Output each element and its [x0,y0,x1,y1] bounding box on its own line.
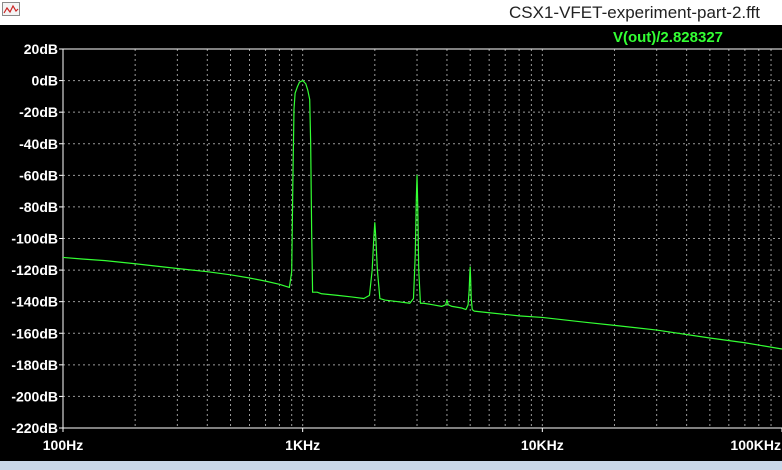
window-title: CSX1-VFET-experiment-part-2.fft [509,3,760,22]
y-tick-label: -100dB [11,231,58,247]
y-tick-label: -200dB [11,388,58,404]
legend-label[interactable]: V(out)/2.828327 [613,29,723,46]
y-tick-label: -120dB [11,262,58,278]
fft-chart[interactable]: 20dB 0dB -20dB -40dB -60dB -80dB -100dB -120dB -… [0,25,782,467]
plot-frame [59,48,782,432]
x-tick-label: 1KHz [285,437,320,453]
y-tick-label: -160dB [11,325,58,341]
ltspice-app-icon [2,2,20,16]
y-tick-label: -40dB [19,136,58,152]
grid [62,48,782,429]
x-tick-labels: 100Hz 1KHz 10KHz 100KHz [43,437,781,453]
trace-layer [62,79,782,350]
y-tick-label: 20dB [24,41,58,57]
window-bottom-edge [0,461,782,470]
x-tick-label: 10KHz [521,437,564,453]
x-tick-label: 100Hz [43,437,83,453]
y-tick-label: -60dB [19,167,58,183]
series-line [62,79,782,350]
y-tick-label: -20dB [19,104,58,120]
x-tick-label: 100KHz [730,437,781,453]
y-tick-label: -180dB [11,357,58,373]
y-tick-label: 0dB [32,73,58,89]
plot-area[interactable]: 20dB 0dB -20dB -40dB -60dB -80dB -100dB -120dB -… [0,25,782,467]
y-tick-label: -220dB [11,420,58,436]
y-tick-label: -140dB [11,294,58,310]
title-bar: CSX1-VFET-experiment-part-2.fft [0,0,782,25]
y-tick-labels: 20dB 0dB -20dB -40dB -60dB -80dB -100dB -120dB -… [11,41,58,436]
y-tick-label: -80dB [19,199,58,215]
